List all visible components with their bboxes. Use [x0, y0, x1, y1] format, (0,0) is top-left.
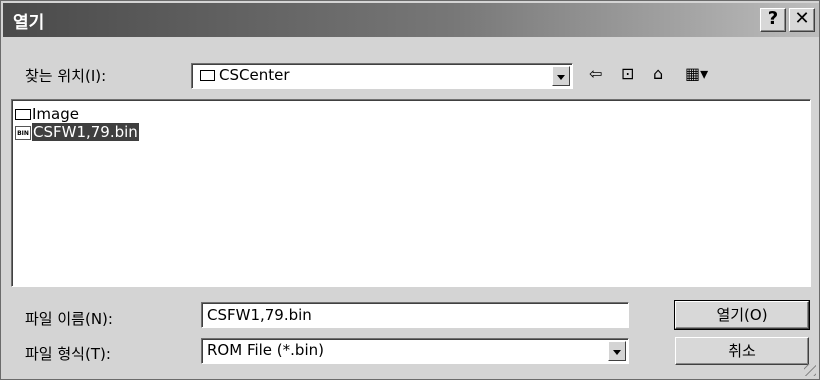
folder-icon: [200, 70, 215, 81]
cancel-button[interactable]: 취소: [675, 337, 809, 365]
list-item-label: CSFW1,79.bin: [32, 123, 139, 141]
dialog-title: 열기: [13, 13, 45, 33]
list-item-file[interactable]: BIN CSFW1,79.bin: [15, 123, 139, 141]
look-in-label: 찾는 위치(I):: [25, 67, 107, 85]
title-bar: 열기 ? ✕: [3, 3, 819, 37]
list-item-label: Image: [32, 105, 79, 123]
file-type-label: 파일 형식(T):: [25, 345, 111, 363]
open-button[interactable]: 열기(O): [674, 300, 810, 330]
help-button[interactable]: ?: [760, 8, 786, 32]
folder-icon: [15, 109, 31, 120]
file-name-input[interactable]: [201, 302, 629, 328]
bin-file-icon: BIN: [15, 125, 31, 140]
up-one-level-icon[interactable]: ⊡: [621, 63, 634, 85]
look-in-value: CSCenter: [219, 66, 290, 84]
new-folder-icon[interactable]: ⌂: [653, 63, 663, 85]
close-button[interactable]: ✕: [789, 8, 815, 32]
list-item-folder[interactable]: Image: [15, 105, 79, 123]
resize-grip-icon[interactable]: [804, 364, 816, 376]
chevron-down-icon[interactable]: [608, 341, 626, 361]
back-arrow-icon[interactable]: ⇦: [589, 63, 602, 85]
file-name-label: 파일 이름(N):: [25, 310, 113, 328]
open-file-dialog: 열기 ? ✕ 찾는 위치(I): CSCenter ⇦ ⊡ ⌂ ▦▾ Image…: [0, 0, 820, 380]
chevron-down-icon[interactable]: [552, 66, 570, 86]
file-type-select[interactable]: ROM File (*.bin): [201, 338, 629, 364]
file-type-value: ROM File (*.bin): [207, 341, 324, 359]
view-menu-icon[interactable]: ▦▾: [685, 63, 708, 85]
look-in-combo[interactable]: CSCenter: [191, 63, 573, 89]
